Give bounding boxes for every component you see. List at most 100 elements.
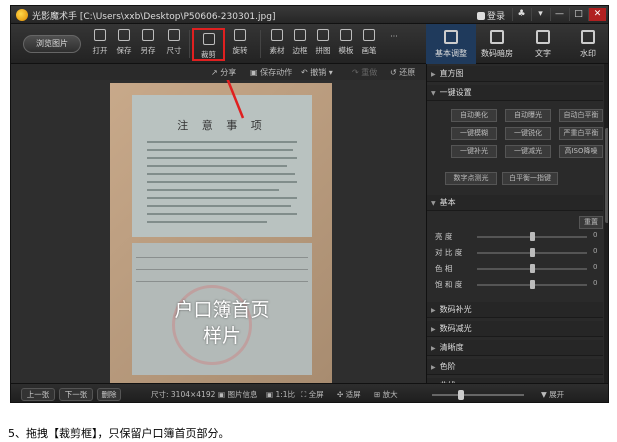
brightness-value: 0 — [593, 231, 598, 239]
brush-button[interactable]: 画笔 — [356, 29, 382, 61]
actual-size-button[interactable]: ▣ 1:1比 — [266, 389, 295, 400]
tab-text[interactable]: 文字 — [518, 24, 568, 64]
tab-watermark[interactable]: 水印 — [563, 24, 608, 64]
status-bar: 上一张 下一张 删除 尺寸: 3104×4192 ▣ 图片信息 ▣ 1:1比 ⛶… — [11, 383, 608, 402]
share-button[interactable]: ↗ 分享 — [211, 67, 236, 78]
open-button[interactable]: 打开 — [87, 29, 113, 61]
contrast-slider[interactable]: 对 比 度 0 — [435, 247, 601, 259]
saturation-value: 0 — [593, 279, 598, 287]
hue-track[interactable] — [477, 264, 587, 273]
app-logo-icon — [16, 9, 28, 21]
brightness-slider[interactable]: 亮 度 0 — [435, 231, 601, 243]
section-fill-light[interactable]: ▶ 数码补光 — [427, 302, 603, 318]
brightness-track[interactable] — [477, 232, 587, 241]
restore-button[interactable]: ↺ 还原 — [390, 67, 415, 78]
panel-scrollbar[interactable] — [604, 64, 608, 383]
reduce-light-button[interactable]: 一键减光 — [505, 145, 551, 158]
action-bar: ↗ 分享 ▣ 保存动作 ↶ 撤销 ▾ ↷ 重做 ↺ 还原 — [11, 64, 426, 80]
prev-image-button[interactable]: 上一张 — [21, 388, 55, 401]
save-as-button[interactable]: 另存 — [135, 29, 161, 61]
saturation-label: 饱 和 度 — [435, 280, 463, 289]
crop-button[interactable]: 裁剪 — [192, 28, 225, 61]
rotate-button[interactable]: 旋转 — [227, 29, 253, 61]
auto-white-balance-button[interactable]: 自动白平衡 — [559, 109, 603, 122]
text-line — [147, 221, 267, 223]
zoom-slider[interactable] — [432, 390, 524, 400]
white-balance-picker-button[interactable]: 白平衡一指键 — [502, 172, 558, 185]
next-image-button[interactable]: 下一张 — [59, 388, 93, 401]
one-click-sharpen-button[interactable]: 一键锐化 — [505, 127, 551, 140]
expand-arrow-icon: ▼ — [431, 200, 436, 207]
redo-icon: ↷ — [352, 68, 362, 77]
contrast-label: 对 比 度 — [435, 248, 463, 257]
contrast-track[interactable] — [477, 248, 587, 257]
save-action-button[interactable]: ▣ 保存动作 — [250, 67, 292, 78]
contrast-handle[interactable] — [530, 248, 535, 257]
close-button[interactable]: ✕ — [588, 8, 606, 21]
auto-exposure-button[interactable]: 自动曝光 — [505, 109, 551, 122]
redo-button[interactable]: ↷ 重做 — [352, 67, 377, 78]
expand-button[interactable]: ▼ 展开 — [541, 389, 564, 400]
delete-button[interactable]: 删除 — [97, 388, 121, 401]
hue-handle[interactable] — [530, 264, 535, 273]
reset-button[interactable]: 重置 — [579, 216, 603, 229]
fit-screen-button[interactable]: ✣ 适屏 — [337, 389, 361, 400]
save-button[interactable]: 保存 — [111, 29, 137, 61]
panel-scroll-thumb[interactable] — [605, 128, 608, 223]
text-line — [147, 141, 297, 143]
size-button[interactable]: 尺寸 — [161, 29, 187, 61]
browse-images-button[interactable]: 浏览图片 — [23, 35, 81, 53]
hue-value: 0 — [593, 263, 598, 271]
fullscreen-icon: ⛶ — [301, 390, 309, 399]
image-info-button[interactable]: ▣ 图片信息 — [218, 389, 257, 400]
undo-button[interactable]: ↶ 撤销 ▾ — [301, 67, 333, 78]
maximize-button[interactable]: □ — [569, 8, 587, 21]
saturation-track[interactable] — [477, 280, 587, 289]
text-line — [147, 165, 287, 167]
fill-light-button[interactable]: 一键补光 — [451, 145, 497, 158]
fullscreen-button[interactable]: ⛶ 全屏 — [301, 389, 324, 400]
spot-metering-button[interactable]: 数字点测光 — [445, 172, 497, 185]
saturation-slider[interactable]: 饱 和 度 0 — [435, 279, 601, 291]
template-icon — [340, 29, 352, 41]
saturation-handle[interactable] — [530, 280, 535, 289]
skin-button[interactable]: ♣ — [512, 8, 530, 21]
login-link[interactable]: 登录 — [477, 9, 505, 22]
menu-button[interactable]: ▾ — [531, 8, 549, 21]
tab-basic-adjust[interactable]: 基本调整 — [426, 24, 476, 64]
enlarge-button[interactable]: ⊞ 放大 — [374, 389, 398, 400]
hue-slider[interactable]: 色 相 0 — [435, 263, 601, 275]
fit-screen-icon: ✣ — [337, 390, 346, 399]
auto-beautify-button[interactable]: 自动美化 — [451, 109, 497, 122]
high-iso-denoise-button[interactable]: 高ISO降噪 — [559, 145, 603, 158]
image-canvas[interactable]: 注 意 事 项 户口簿首页 样片 — [11, 80, 426, 383]
more-tools-button[interactable]: ··· — [381, 32, 407, 64]
section-clarity[interactable]: ▶ 清晰度 — [427, 340, 603, 356]
app-window: 光影魔术手 [C:\Users\xxb\Desktop\P50606-23030… — [10, 5, 609, 403]
one-click-blur-button[interactable]: 一键模糊 — [451, 127, 497, 140]
toolbar-divider — [260, 30, 261, 58]
adjust-panel: ▶ 直方图 ▼ 一键设置 自动美化 自动曝光 自动白平衡 一键模糊 一键锐化 严重白… — [426, 64, 608, 383]
brightness-handle[interactable] — [530, 232, 535, 241]
undo-icon: ↶ — [301, 68, 311, 77]
zoom-handle[interactable] — [458, 390, 464, 400]
section-levels[interactable]: ▶ 色阶 — [427, 359, 603, 375]
section-histogram[interactable]: ▶ 直方图 — [427, 66, 603, 82]
window-title: 光影魔术手 [C:\Users\xxb\Desktop\P50606-23030… — [32, 12, 276, 22]
minimize-button[interactable]: — — [550, 8, 568, 21]
register-first-page: 户口簿首页 样片 — [132, 243, 312, 375]
household-register-photo[interactable]: 注 意 事 项 户口簿首页 样片 — [110, 83, 332, 383]
overlay-title: 户口簿首页 — [174, 299, 270, 321]
save-action-icon: ▣ — [250, 68, 261, 77]
severe-white-balance-button[interactable]: 严重白平衡 — [559, 127, 603, 140]
tab-digital-darkroom[interactable]: 数码暗房 — [472, 24, 522, 64]
text-line — [147, 173, 295, 175]
form-row — [136, 281, 308, 282]
section-one-click[interactable]: ▼ 一键设置 — [427, 85, 603, 101]
text-line — [147, 189, 279, 191]
section-basic[interactable]: ▼ 基本 — [427, 195, 603, 211]
section-reduce-light[interactable]: ▶ 数码减光 — [427, 321, 603, 337]
brush-icon — [363, 29, 375, 41]
text-line — [147, 213, 297, 215]
hue-label: 色 相 — [435, 264, 453, 273]
